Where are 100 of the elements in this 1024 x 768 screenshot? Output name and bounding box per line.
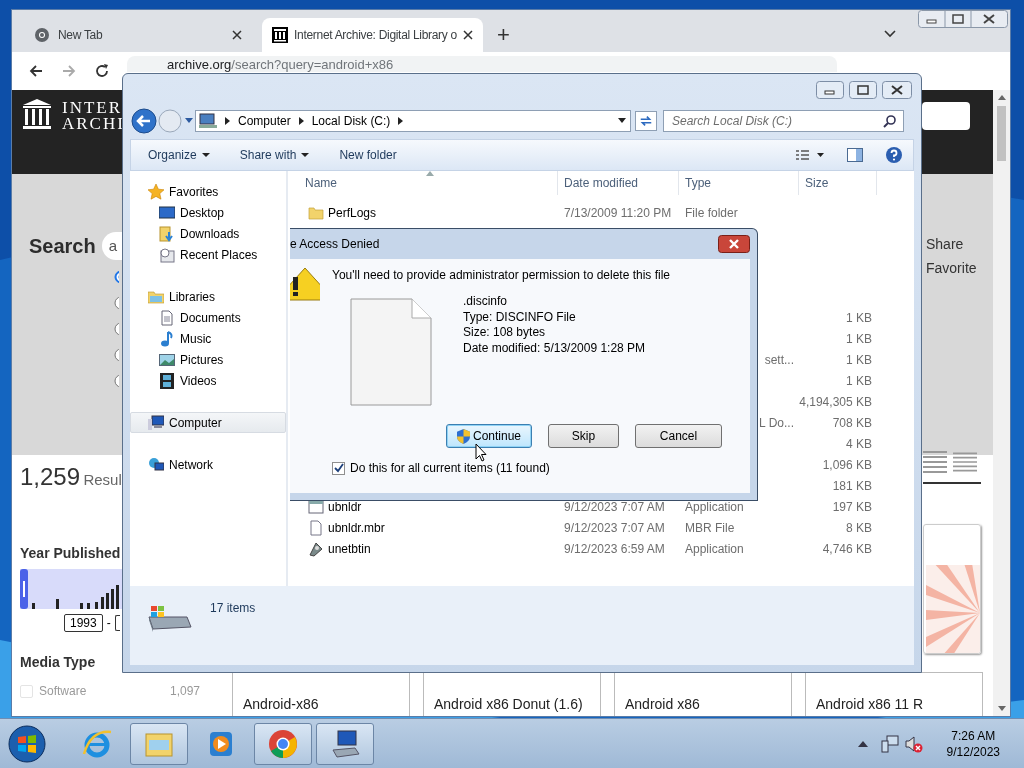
window-controls[interactable] (816, 81, 912, 99)
nav-item[interactable]: Videos (130, 370, 286, 391)
start-button[interactable] (7, 723, 47, 764)
help-icon[interactable] (885, 146, 903, 164)
size-cell: 1 KB (846, 352, 872, 367)
nav-item[interactable]: Computer (130, 412, 286, 433)
search-heading: Search (29, 234, 96, 258)
scroll-down-arrow-icon[interactable] (997, 706, 1006, 711)
caret-icon[interactable] (618, 118, 626, 124)
clock[interactable]: 7:26 AM 9/12/2023 (946, 727, 1000, 760)
close-icon[interactable] (462, 30, 473, 40)
reload-icon[interactable] (94, 63, 110, 79)
nav-item[interactable]: Pictures (130, 349, 286, 370)
range-separator: - (106, 616, 111, 630)
chevron-right-icon[interactable] (298, 117, 304, 125)
close-button-icon[interactable] (718, 235, 750, 253)
toolbar-button[interactable]: Organize (148, 148, 210, 162)
toolbar-button[interactable]: New folder (339, 148, 397, 162)
size-cell: 4,194,305 KB (799, 394, 872, 409)
computer-icon (199, 113, 217, 129)
back-arrow-icon[interactable] (28, 63, 44, 79)
breadcrumb-item[interactable]: Local Disk (C:) (311, 114, 391, 128)
radio-button[interactable] (114, 374, 119, 388)
new-tab-button[interactable]: + (496, 24, 510, 46)
refresh-icon[interactable] (635, 111, 657, 131)
network-icon[interactable] (880, 734, 899, 753)
action-link[interactable]: Share (926, 236, 993, 252)
radio-button[interactable] (114, 348, 119, 362)
taskbar-button[interactable] (316, 722, 374, 765)
action-link[interactable]: Favorite (926, 260, 993, 276)
chevron-right-icon[interactable] (225, 117, 230, 125)
browser-tab[interactable]: New Tab (22, 18, 254, 52)
show-hidden-icons-icon[interactable] (857, 740, 868, 747)
compact-view-icon[interactable] (953, 450, 977, 474)
scroll-up-arrow-icon[interactable] (997, 95, 1006, 100)
chevron-down-icon[interactable] (884, 30, 896, 38)
hard-drive-icon (147, 603, 193, 633)
year-input[interactable]: 1993 (64, 614, 103, 632)
checkbox[interactable] (332, 461, 345, 475)
back-button-icon[interactable] (131, 108, 157, 134)
folder-icon (308, 204, 324, 221)
result-card[interactable]: Android-x86 (232, 672, 410, 716)
temple-logo-icon[interactable] (22, 98, 52, 130)
muted-speaker-icon[interactable] (904, 734, 923, 753)
search-field[interactable]: Search Local Disk (C:) (663, 110, 904, 132)
result-card[interactable]: Android x86 Donut (1.6) (423, 672, 601, 716)
chrome-icon (34, 27, 50, 43)
results-label: Resul (83, 471, 122, 488)
close-icon[interactable] (232, 30, 242, 40)
dialog-button[interactable]: Cancel (635, 424, 722, 448)
result-card[interactable]: Android x86 (614, 672, 792, 716)
address-bar[interactable]: archive.org/search?query=android+x86 (127, 56, 837, 72)
search-field[interactable] (922, 102, 970, 130)
nav-item[interactable]: Music (130, 328, 286, 349)
file-name[interactable]: PerfLogs (328, 205, 377, 220)
browser-tab[interactable]: Internet Archive: Digital Library o (262, 18, 483, 52)
file-name[interactable]: unetbtin (328, 541, 371, 556)
file-name[interactable]: ubnldr.mbr (328, 520, 385, 535)
year-histogram[interactable] (20, 569, 122, 609)
window-controls[interactable] (918, 10, 1008, 28)
size-cell: 4 KB (846, 436, 872, 451)
nav-item[interactable]: Favorites (130, 181, 286, 202)
breadcrumb-item[interactable]: Computer (238, 114, 291, 128)
nav-item[interactable]: Recent Places (130, 244, 286, 265)
dialog-button[interactable]: Skip (548, 424, 619, 448)
document-icon (159, 309, 175, 326)
nav-item[interactable]: Desktop (130, 202, 286, 223)
toolbar-button[interactable]: Share with (239, 148, 310, 162)
breadcrumb-bar[interactable]: Computer Local Disk (C:) (195, 110, 631, 132)
dialog-button[interactable]: Continue (446, 424, 532, 448)
file-name[interactable]: ubnldr (328, 499, 362, 514)
column-header[interactable]: Date modified (558, 171, 679, 195)
list-view-icon[interactable] (923, 450, 947, 474)
size-cell: 1,096 KB (822, 457, 872, 472)
preview-pane-icon[interactable] (847, 148, 863, 162)
date-cell: 9/12/2023 6:59 AM (564, 541, 665, 556)
year-input[interactable] (114, 615, 120, 631)
checkbox-label[interactable]: Do this for all current items (11 found) (350, 461, 550, 475)
column-header[interactable]: Size (799, 171, 877, 195)
blank-file-icon (350, 298, 432, 406)
view-options-icon[interactable] (795, 149, 825, 161)
file-detail: .discinfo (463, 294, 509, 310)
taskbar-button[interactable] (254, 722, 312, 765)
logo-text: ARCHI (62, 116, 125, 132)
scrollbar-thumb[interactable] (997, 106, 1006, 161)
network-icon (148, 456, 164, 473)
column-header[interactable]: Type (679, 171, 799, 195)
chevron-right-icon[interactable] (398, 117, 404, 125)
radio-button[interactable] (114, 322, 119, 336)
recent-places-icon (159, 246, 175, 263)
nav-item[interactable]: Libraries (130, 286, 286, 307)
facet-heading: Media Type (20, 654, 97, 670)
nav-item[interactable]: Downloads (130, 223, 286, 244)
nav-item[interactable]: Documents (130, 307, 286, 328)
type-cell: sett... (764, 352, 794, 367)
search-field[interactable]: a (101, 232, 122, 260)
radio-button[interactable] (114, 296, 119, 310)
nav-item[interactable]: Network (130, 454, 286, 475)
scrollbar[interactable] (993, 90, 1010, 716)
result-card[interactable]: Android x86 11 R (805, 672, 983, 716)
